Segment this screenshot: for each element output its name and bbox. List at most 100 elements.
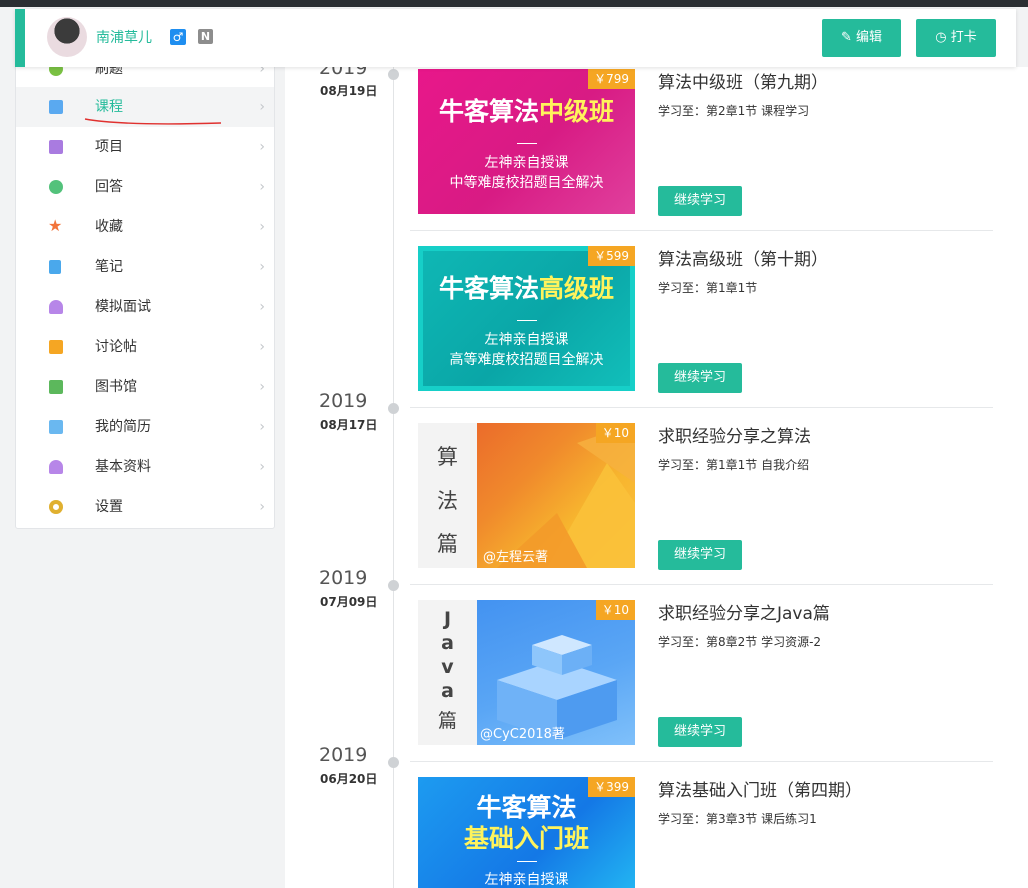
edit-button[interactable]: ✎ 编辑 (822, 19, 901, 57)
chevron-right-icon: › (259, 499, 265, 515)
sidebar-item-favorites[interactable]: ★ 收藏 › (16, 207, 274, 247)
price-badge: ￥399 (588, 777, 635, 797)
timeline-date: 08月17日 (320, 418, 378, 432)
continue-learning-button[interactable]: 继续学习 (658, 540, 742, 570)
cover-subtitle: 高等难度校招题目全解决 (449, 352, 604, 368)
sidebar-item-label: 课程 (95, 99, 123, 115)
continue-learning-button[interactable]: 继续学习 (658, 717, 742, 747)
cover-divider (517, 143, 537, 144)
course-progress: 学习至：第8章2节 学习资源-2 (658, 635, 822, 649)
username[interactable]: 南浦草儿 (96, 28, 152, 48)
timeline-year: 2019 (319, 567, 368, 589)
pencil-icon: ✎ (840, 30, 856, 45)
sidebar-item-library[interactable]: 图书馆 › (16, 367, 274, 407)
chevron-right-icon: › (259, 299, 265, 315)
timeline-dot (388, 757, 399, 768)
price-badge: ￥10 (595, 423, 635, 443)
sidebar-item-projects[interactable]: 项目 › (16, 127, 274, 167)
sidebar-item-label: 讨论帖 (95, 339, 137, 355)
course-item: 牛客算法中级班 左神亲自授课 中等难度校招题目全解决 ￥799 算法中级班（第九… (418, 69, 993, 219)
sidebar-item-label: 回答 (95, 179, 123, 195)
sidebar-item-resume[interactable]: 我的简历 › (16, 407, 274, 447)
cover-side-label: 算 法 篇 (418, 423, 477, 568)
chevron-right-icon: › (259, 99, 265, 115)
resume-icon (49, 420, 63, 434)
sidebar-item-label: 模拟面试 (95, 299, 151, 315)
course-title[interactable]: 求职经验分享之算法 (658, 426, 811, 448)
notebook-icon (49, 260, 61, 274)
cover-char: 篇 (437, 710, 457, 732)
user-header: 南浦草儿 ♂ N ✎ 编辑 ◷ 打卡 (15, 9, 1016, 67)
course-cover[interactable]: 牛客算法高级班 左神亲自授课 高等难度校招题目全解决 ￥599 (418, 246, 635, 391)
sidebar-item-label: 设置 (95, 499, 123, 515)
sidebar-item-courses[interactable]: 课程 › (16, 87, 274, 127)
checkin-button[interactable]: ◷ 打卡 (916, 19, 996, 57)
checkin-label: 打卡 (950, 30, 977, 45)
course-item: 算 法 篇 @左程云著 ￥10 求职经验分享之算法 学习至：第1章1节 自我介绍… (418, 423, 993, 573)
course-cover[interactable]: J a v a 篇 @CyC2018著 ￥10 (418, 600, 635, 745)
chat-icon (49, 180, 63, 194)
profile-icon (49, 460, 63, 474)
cover-title: 牛客算法 (476, 793, 577, 822)
cover-char: 法 (437, 489, 458, 513)
chevron-right-icon: › (259, 179, 265, 195)
sidebar-item-discussions[interactable]: 讨论帖 › (16, 327, 274, 367)
chevron-right-icon: › (259, 219, 265, 235)
cover-char: v (441, 656, 454, 678)
sidebar-item-label: 笔记 (95, 259, 123, 275)
course-item: 牛客算法 基础入门班 左神亲自授课 ￥399 算法基础入门班（第四期） 学习至：… (418, 777, 993, 888)
continue-learning-button[interactable]: 继续学习 (658, 363, 742, 393)
course-cover[interactable]: 算 法 篇 @左程云著 ￥10 (418, 423, 635, 568)
chevron-right-icon: › (259, 459, 265, 475)
course-cover[interactable]: 牛客算法 基础入门班 左神亲自授课 ￥399 (418, 777, 635, 888)
cover-char: a (441, 680, 454, 702)
price-badge: ￥599 (588, 246, 635, 266)
continue-learning-button[interactable]: 继续学习 (658, 186, 742, 216)
cover-subtitle: 左神亲自授课 (484, 872, 569, 888)
sidebar-nav: 刷题 › 课程 › 项目 › 回答 › ★ 收藏 › 笔记 › 模拟面试 › 讨… (15, 40, 275, 529)
course-divider (410, 230, 993, 231)
sidebar-item-label: 项目 (95, 139, 123, 155)
cover-title: 牛客算法高级班 (438, 274, 615, 303)
red-underline-annotation (84, 118, 222, 125)
chevron-right-icon: › (259, 419, 265, 435)
course-progress: 学习至：第3章3节 课后练习1 (658, 812, 817, 826)
course-title[interactable]: 算法基础入门班（第四期） (658, 780, 862, 802)
cover-side-label: J a v a 篇 (418, 600, 477, 745)
person-icon (49, 300, 63, 314)
sidebar-item-profile[interactable]: 基本资料 › (16, 447, 274, 487)
project-icon (49, 140, 63, 154)
cover-credit: @左程云著 (483, 550, 549, 565)
price-badge: ￥799 (588, 69, 635, 89)
book-icon (49, 380, 63, 394)
sidebar-item-answers[interactable]: 回答 › (16, 167, 274, 207)
sidebar-item-settings[interactable]: 设置 › (16, 487, 274, 527)
cover-char: 篇 (437, 532, 458, 556)
male-icon: ♂ (170, 29, 186, 45)
course-title[interactable]: 算法高级班（第十期） (658, 249, 828, 271)
course-progress: 学习至：第1章1节 (658, 281, 758, 295)
chevron-right-icon: › (259, 379, 265, 395)
cover-subtitle: 中等难度校招题目全解决 (449, 175, 604, 191)
course-cover[interactable]: 牛客算法中级班 左神亲自授课 中等难度校招题目全解决 ￥799 (418, 69, 635, 214)
timeline-dot (388, 69, 399, 80)
sidebar-item-notes[interactable]: 笔记 › (16, 247, 274, 287)
cover-char: J (443, 608, 452, 630)
course-title[interactable]: 求职经验分享之Java篇 (658, 603, 830, 625)
sidebar-item-label: 图书馆 (95, 379, 137, 395)
cover-char: 算 (437, 445, 458, 469)
cover-divider (517, 861, 537, 862)
price-badge: ￥10 (595, 600, 635, 620)
course-item: J a v a 篇 @CyC2018著 ￥10 求职经验分享之Java篇 学习至… (418, 600, 993, 750)
course-title[interactable]: 算法中级班（第九期） (658, 72, 828, 94)
sidebar-item-label: 收藏 (95, 219, 123, 235)
course-progress: 学习至：第2章1节 课程学习 (658, 104, 810, 118)
avatar[interactable] (47, 17, 87, 57)
cover-graphic (497, 635, 617, 740)
cover-credit: @CyC2018著 (480, 727, 565, 742)
chevron-right-icon: › (259, 259, 265, 275)
timeline-dot (388, 403, 399, 414)
course-divider (410, 407, 993, 408)
sidebar-item-mock-interview[interactable]: 模拟面试 › (16, 287, 274, 327)
cover-subtitle: 左神亲自授课 (484, 332, 569, 348)
